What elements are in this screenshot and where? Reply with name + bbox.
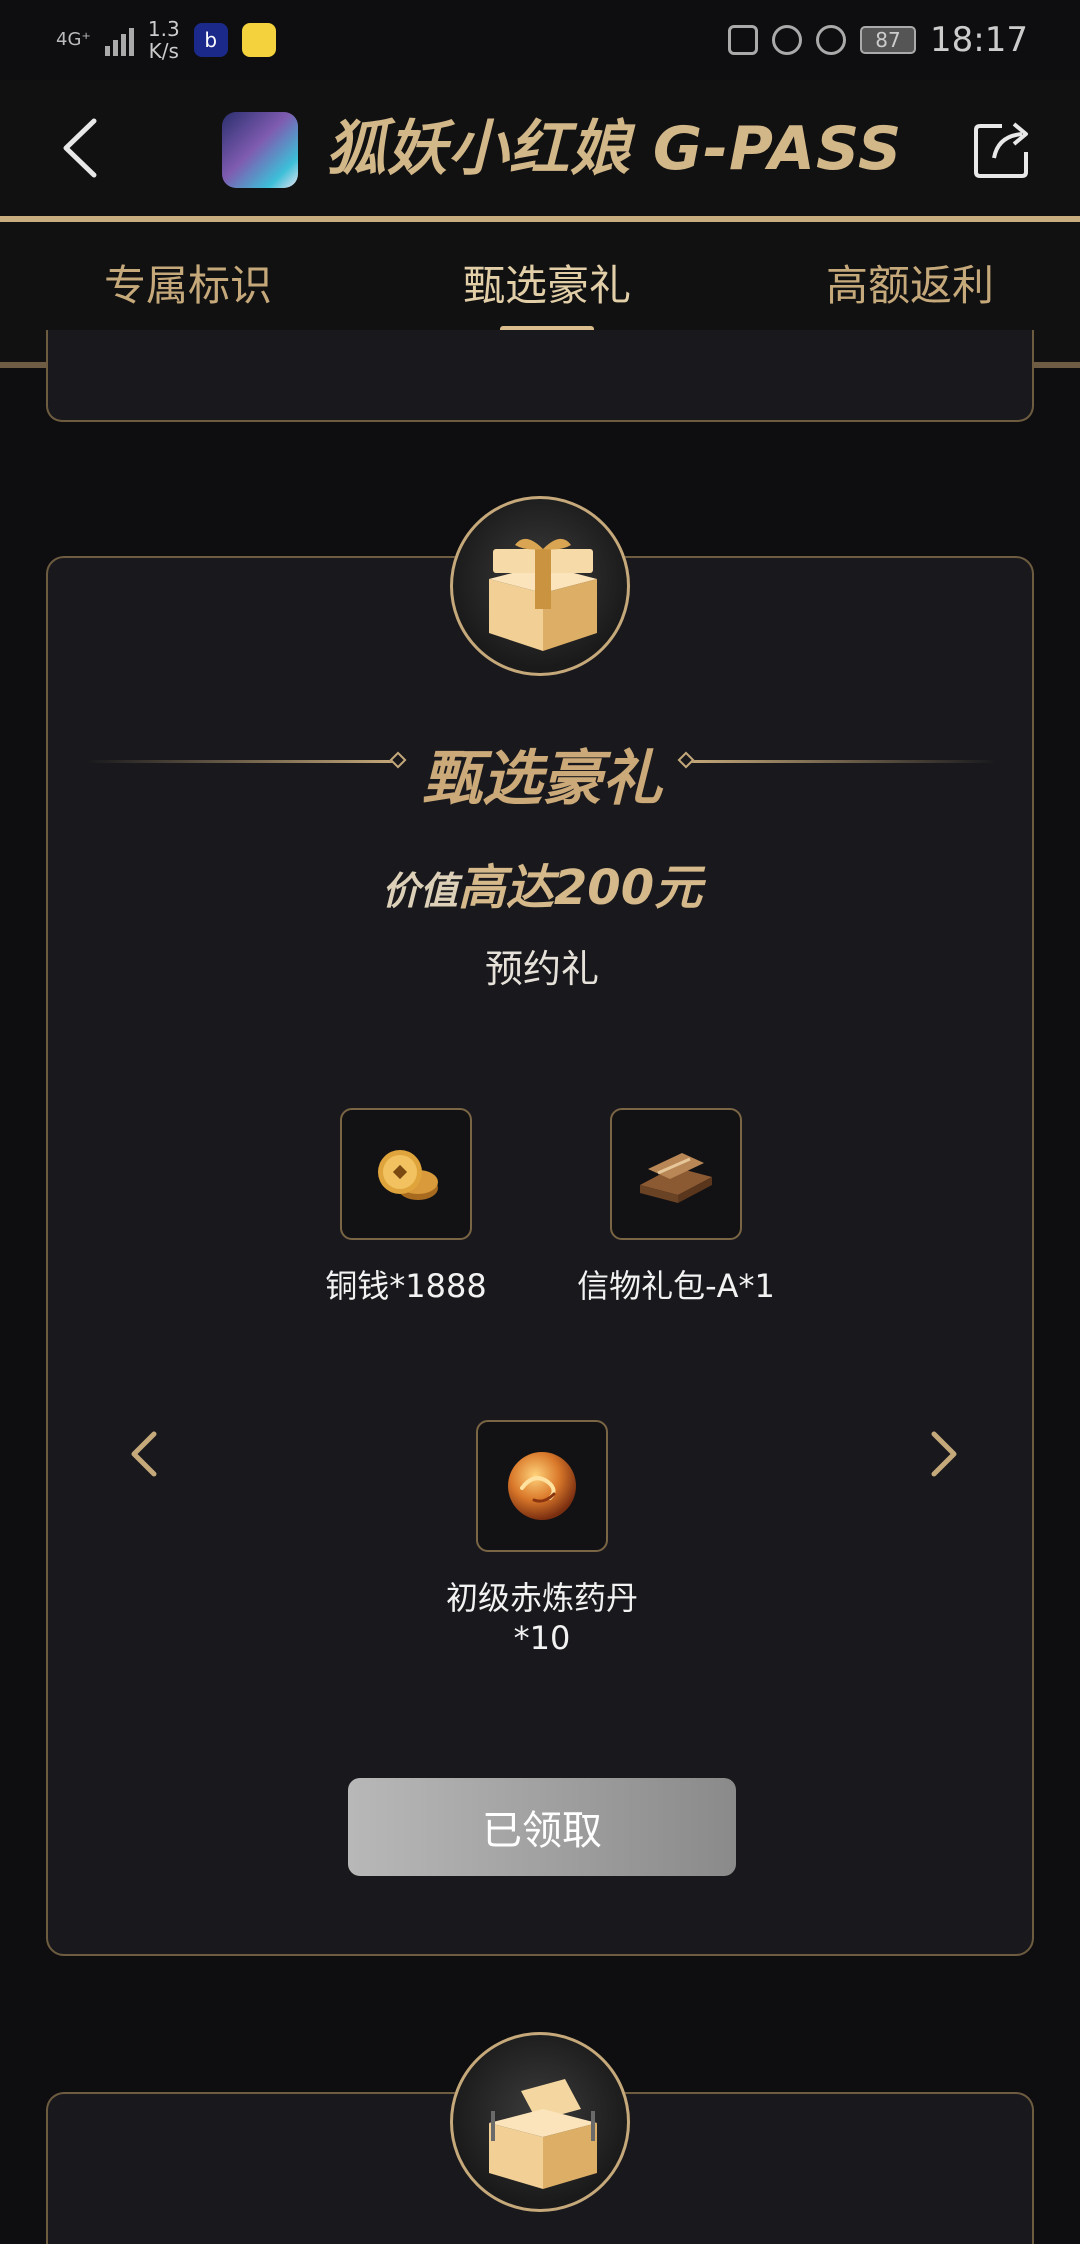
value-line: 价值高达200元 bbox=[48, 848, 1036, 918]
reward-label: 信物礼包-A*1 bbox=[577, 1267, 775, 1305]
clock: 18:17 bbox=[930, 20, 1028, 60]
gift-emblem bbox=[450, 496, 630, 676]
reward-item: 初级赤炼药丹 *10 bbox=[412, 1420, 672, 1658]
rebate-box-icon bbox=[489, 2079, 597, 2189]
battery-icon: 87 bbox=[860, 26, 917, 54]
value-prefix: 价值 bbox=[381, 869, 458, 913]
tab-exclusive-badge[interactable]: 专属标识 bbox=[104, 252, 272, 313]
previous-card bbox=[46, 330, 1034, 422]
chevron-left-icon bbox=[131, 1431, 157, 1477]
reward-item: 铜钱*1888 bbox=[276, 1108, 536, 1306]
reward-icon-box bbox=[476, 1420, 608, 1552]
value-amount: 高达200元 bbox=[457, 860, 703, 916]
reward-label-line1: 初级赤炼药丹 bbox=[445, 1579, 638, 1617]
reward-label: 铜钱*1888 bbox=[325, 1267, 487, 1305]
reward-label-line2: *10 bbox=[513, 1619, 571, 1657]
gift-card: 甄选豪礼 价值高达200元 预约礼 铜钱*1888 信物礼包-A*1 初级赤炼药… bbox=[46, 556, 1034, 1956]
reward-item: 信物礼包-A*1 bbox=[546, 1108, 806, 1306]
back-button[interactable] bbox=[50, 116, 110, 180]
tab-high-rebate[interactable]: 高额返利 bbox=[826, 252, 994, 313]
mute-icon bbox=[816, 25, 847, 55]
speed-value: 1.3 bbox=[147, 17, 180, 41]
claimed-button[interactable]: 已领取 bbox=[348, 1778, 736, 1876]
nfc-icon bbox=[728, 25, 759, 55]
share-icon bbox=[974, 122, 1028, 178]
notification-app-icon bbox=[241, 23, 276, 57]
share-button[interactable] bbox=[972, 118, 1034, 180]
reward-label: 初级赤炼药丹 *10 bbox=[412, 1578, 672, 1658]
tab-selected-gifts[interactable]: 甄选豪礼 bbox=[463, 252, 631, 313]
prev-arrow-button[interactable] bbox=[124, 1424, 164, 1484]
gift-type-label: 预约礼 bbox=[484, 947, 599, 991]
reward-icon-box bbox=[610, 1108, 742, 1240]
speed-unit: K/s bbox=[148, 39, 179, 63]
signal-icon bbox=[104, 24, 134, 56]
alarm-icon bbox=[772, 25, 803, 55]
next-arrow-button[interactable] bbox=[924, 1424, 964, 1484]
notification-app-icon: b bbox=[193, 23, 228, 57]
network-type: 4G⁺ bbox=[56, 29, 91, 50]
game-icon bbox=[222, 112, 298, 188]
title-deco-right bbox=[686, 760, 996, 763]
chevron-right-icon bbox=[931, 1431, 957, 1477]
reward-icon-box bbox=[340, 1108, 472, 1240]
copper-coins-icon bbox=[378, 1150, 438, 1200]
page-title: 狐妖小红娘 G-PASS bbox=[326, 114, 903, 184]
elixir-pill-icon bbox=[508, 1452, 576, 1520]
card-title: 甄选豪礼 bbox=[422, 744, 662, 814]
gift-box-icon bbox=[489, 538, 597, 651]
status-left: 4G⁺ 1.3 K/s b bbox=[56, 18, 276, 62]
rebate-emblem bbox=[450, 2032, 630, 2212]
status-right: 87 18:17 bbox=[728, 18, 1028, 62]
token-pack-icon bbox=[640, 1153, 712, 1203]
title-deco-left bbox=[88, 760, 398, 763]
app-header: 狐妖小红娘 G-PASS bbox=[0, 80, 1080, 216]
network-speed: 1.3 K/s bbox=[148, 18, 180, 62]
back-arrow-icon bbox=[63, 118, 97, 178]
status-bar: 4G⁺ 1.3 K/s b 87 18:17 bbox=[0, 0, 1080, 80]
